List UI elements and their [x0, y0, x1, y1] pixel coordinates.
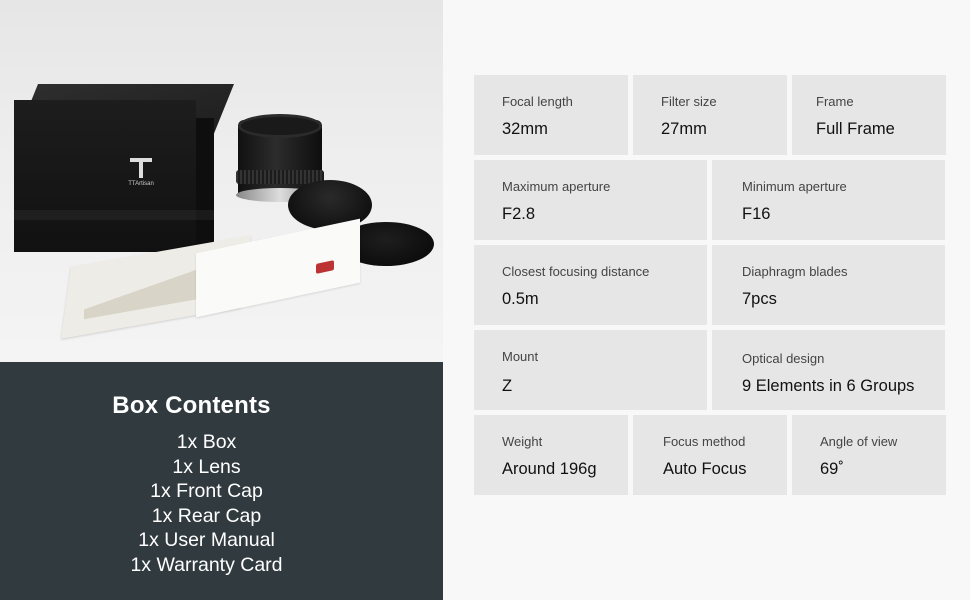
lens-hood — [238, 114, 322, 138]
spec-diaphragm-blades: Diaphragm blades 7pcs — [712, 245, 945, 325]
spec-label: Angle of view — [820, 434, 898, 449]
spec-label: Mount — [502, 349, 539, 364]
box-contents-panel: Box Contents 1x Box 1x Lens 1x Front Cap… — [0, 362, 443, 600]
list-item: 1x Warranty Card — [130, 553, 283, 576]
spec-label: Filter size — [661, 94, 717, 109]
brand-logo: TTArtisan — [122, 158, 160, 198]
spec-label: Maximum aperture — [502, 179, 611, 194]
spec-label: Frame — [816, 94, 854, 109]
spec-row: Weight Around 196g Focus method Auto Foc… — [474, 415, 946, 495]
spec-filter-size: Filter size 27mm — [633, 75, 787, 155]
spec-mount: Mount Z — [474, 330, 707, 410]
spec-angle-of-view: Angle of view 69˚ — [792, 415, 946, 495]
box-contents-list: 1x Box 1x Lens 1x Front Cap 1x Rear Cap … — [0, 430, 413, 577]
spec-value: 32mm — [502, 120, 548, 138]
brand-logo-text: TTArtisan — [128, 181, 154, 187]
box-contents-title: Box Contents — [112, 392, 271, 419]
spec-label: Minimum aperture — [742, 179, 847, 194]
spec-label: Weight — [502, 434, 543, 449]
spec-value: 7pcs — [742, 290, 777, 308]
spec-optical-design: Optical design 9 Elements in 6 Groups — [712, 330, 945, 410]
spec-focal-length: Focal length 32mm — [474, 75, 628, 155]
list-item: 1x Rear Cap — [151, 504, 262, 527]
spec-focus-method: Focus method Auto Focus — [633, 415, 787, 495]
spec-frame: Frame Full Frame — [792, 75, 946, 155]
spec-row: Maximum aperture F2.8 Minimum aperture F… — [474, 160, 946, 240]
spec-label: Diaphragm blades — [742, 264, 848, 279]
spec-min-aperture: Minimum aperture F16 — [712, 160, 945, 240]
spec-label: Focal length — [502, 94, 573, 109]
spec-label: Closest focusing distance — [502, 264, 650, 279]
spec-label: Focus method — [663, 434, 746, 449]
list-item: 1x Lens — [172, 455, 241, 478]
gift-box — [14, 100, 196, 252]
spec-row: Mount Z Optical design 9 Elements in 6 G… — [474, 330, 946, 410]
warranty-card — [196, 218, 360, 318]
spec-row: Closest focusing distance 0.5m Diaphragm… — [474, 245, 946, 325]
spec-grid: Focal length 32mm Filter size 27mm Frame… — [474, 75, 946, 500]
spec-value: 69˚ — [820, 460, 844, 478]
box-lid-band — [14, 210, 214, 220]
list-item: 1x Box — [176, 431, 237, 453]
spec-value: Around 196g — [502, 460, 597, 478]
list-item: 1x User Manual — [138, 529, 275, 551]
spec-value: 27mm — [661, 120, 707, 138]
product-photo: TTArtisan — [0, 0, 443, 362]
spec-value: Full Frame — [816, 120, 895, 138]
spec-weight: Weight Around 196g — [474, 415, 628, 495]
spec-value: 9 Elements in 6 Groups — [742, 377, 915, 395]
spec-value: 0.5m — [502, 290, 539, 308]
spec-row: Focal length 32mm Filter size 27mm Frame… — [474, 75, 946, 155]
spec-value: F16 — [742, 205, 771, 223]
spec-closest-focus: Closest focusing distance 0.5m — [474, 245, 707, 325]
list-item: 1x Front Cap — [150, 480, 263, 502]
spec-value: Z — [502, 377, 513, 395]
spec-value: F2.8 — [502, 205, 536, 223]
spec-max-aperture: Maximum aperture F2.8 — [474, 160, 707, 240]
gift-box-side — [196, 118, 214, 252]
spec-value: Auto Focus — [663, 460, 747, 478]
spec-label: Optical design — [742, 351, 825, 366]
